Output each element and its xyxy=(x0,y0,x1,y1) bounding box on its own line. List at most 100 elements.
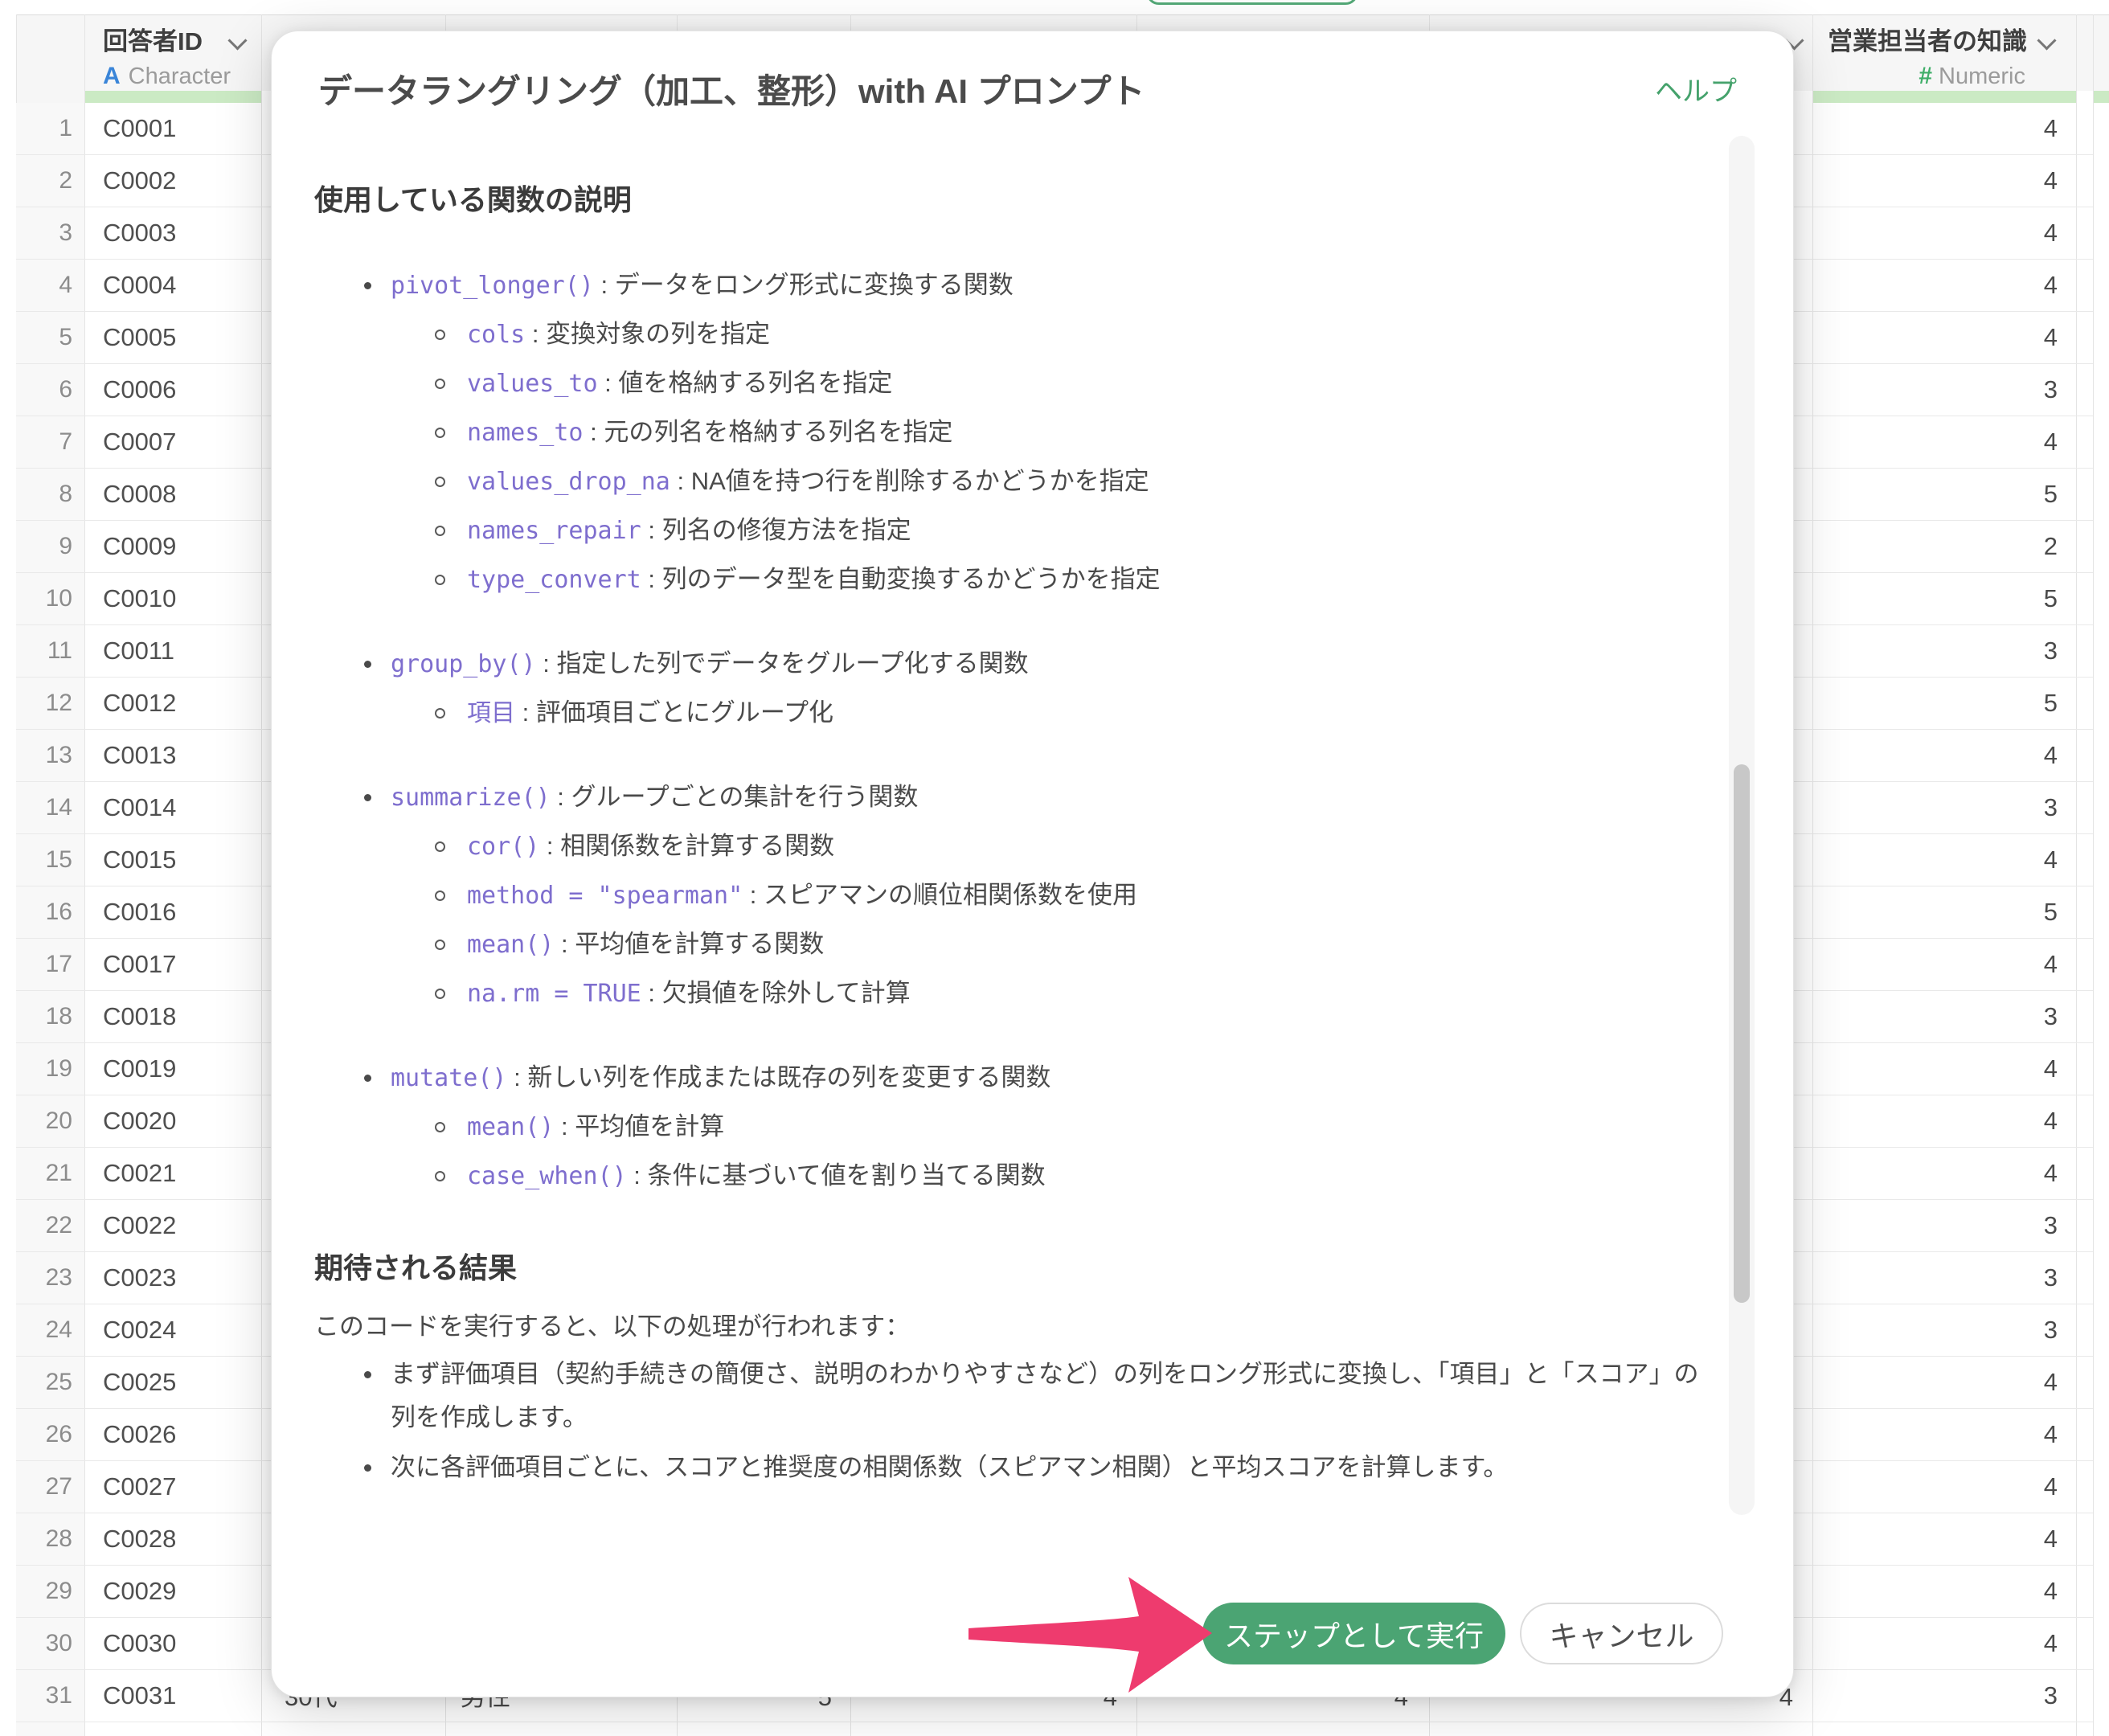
score-cell: 3 xyxy=(1812,1252,2076,1303)
code-token: summarize() xyxy=(391,784,551,812)
function-description: グループごとの集計を行う関数 xyxy=(551,783,919,811)
argument-description: 相関係数を計算する関数 xyxy=(539,832,834,860)
column-type-character: ACharacter xyxy=(103,63,231,90)
argument-description: 条件に基づいて値を割り当てる関数 xyxy=(627,1161,1046,1189)
row-number: 19 xyxy=(16,1043,84,1094)
argument-list: cor()相関係数を計算する関数 method = "spearman"スピアマ… xyxy=(314,827,1713,1013)
code-token: names_repair xyxy=(467,517,641,545)
argument-description: 列名の修復方法を指定 xyxy=(641,516,911,544)
numeric-type-icon: # xyxy=(1919,63,1932,89)
respondent-id-cell: C0016 xyxy=(103,886,176,937)
function-description: 新しい列を作成または既存の列を変更する関数 xyxy=(507,1063,1051,1091)
row-number: 16 xyxy=(16,886,84,937)
respondent-id-cell: C0029 xyxy=(103,1566,176,1616)
argument-bullet: names_to元の列名を格納する列名を指定 xyxy=(314,413,1713,452)
row-number: 12 xyxy=(16,678,84,728)
argument-bullet: cor()相関係数を計算する関数 xyxy=(314,827,1713,866)
row-number: 28 xyxy=(16,1513,84,1564)
row-number: 10 xyxy=(16,573,84,624)
argument-list: cols変換対象の列を指定 values_to値を格納する列名を指定 names… xyxy=(314,315,1713,600)
code-token: values_to xyxy=(467,370,598,398)
column-header-respondent-id[interactable]: 回答者ID xyxy=(103,24,203,59)
respondent-id-cell: C0021 xyxy=(103,1148,176,1198)
argument-bullet: cols変換対象の列を指定 xyxy=(314,315,1713,354)
code-token: values_drop_na xyxy=(467,468,670,496)
respondent-id-cell: C0005 xyxy=(103,312,176,362)
function-description: データをロング形式に変換する関数 xyxy=(594,271,1014,299)
row-number: 22 xyxy=(16,1200,84,1251)
argument-list: 項目評価項目ごとにグループ化 xyxy=(314,694,1713,733)
cancel-button[interactable]: キャンセル xyxy=(1520,1603,1723,1664)
row-number: 4 xyxy=(16,260,84,310)
functions-section-heading: 使用している関数の説明 xyxy=(314,179,1713,221)
results-list: まず評価項目（契約手続きの簡便さ、説明のわかりやすさなど）の列をロング形式に変換… xyxy=(314,1353,1713,1489)
respondent-id-cell: C0023 xyxy=(103,1252,176,1303)
score-cell: 3 xyxy=(1812,625,2076,676)
score-cell: 4 xyxy=(1812,103,2076,154)
argument-description: 変換対象の列を指定 xyxy=(525,320,770,348)
respondent-id-cell: C0020 xyxy=(103,1095,176,1146)
score-cell: 4 xyxy=(1812,1566,2076,1616)
respondent-id-cell: C0010 xyxy=(103,573,176,624)
code-token: na.rm = TRUE xyxy=(467,980,641,1008)
score-cell: 4 xyxy=(1812,1148,2076,1198)
score-cell: 4 xyxy=(1812,207,2076,258)
function-bullet: group_by()指定した列でデータをグループ化する関数 xyxy=(314,645,1713,684)
score-cell: 4 xyxy=(1812,260,2076,310)
argument-bullet: method = "spearman"スピアマンの順位相関係数を使用 xyxy=(314,876,1713,915)
argument-bullet: names_repair列名の修復方法を指定 xyxy=(314,511,1713,551)
score-cell: 4 xyxy=(1812,1357,2076,1407)
help-link[interactable]: ヘルプ xyxy=(1655,73,1737,110)
score-cell: 4 xyxy=(1812,1513,2076,1564)
result-bullet: まず評価項目（契約手続きの簡便さ、説明のわかりやすさなど）の列をロング形式に変換… xyxy=(314,1353,1713,1439)
column-header-sales-knowledge[interactable]: 営業担当者の知識 xyxy=(1812,24,2027,59)
run-as-step-button[interactable]: ステップとして実行 xyxy=(1202,1603,1505,1664)
respondent-id-cell: C0009 xyxy=(103,521,176,571)
respondent-id-cell: C0006 xyxy=(103,364,176,415)
respondent-id-cell: C0002 xyxy=(103,155,176,206)
code-token: mutate() xyxy=(391,1064,507,1092)
argument-description: 平均値を計算 xyxy=(554,1112,724,1140)
score-cell: 3 xyxy=(1812,364,2076,415)
score-cell: 4 xyxy=(1812,155,2076,206)
code-token: group_by() xyxy=(391,650,536,678)
argument-bullet: mean()平均値を計算 xyxy=(314,1108,1713,1147)
row-number: 7 xyxy=(16,416,84,467)
respondent-id-cell: C0019 xyxy=(103,1043,176,1094)
respondent-id-cell: C0027 xyxy=(103,1461,176,1512)
score-cell: 3 xyxy=(1812,1304,2076,1355)
respondent-id-cell: C0028 xyxy=(103,1513,176,1564)
respondent-id-cell: C0015 xyxy=(103,834,176,885)
respondent-id-cell: C0025 xyxy=(103,1357,176,1407)
row-number: 21 xyxy=(16,1148,84,1198)
row-number: 30 xyxy=(16,1618,84,1668)
partially-visible-toolbar-button[interactable] xyxy=(1146,0,1358,5)
code-token: type_convert xyxy=(467,566,641,594)
code-token: mean() xyxy=(467,1113,554,1141)
row-number: 20 xyxy=(16,1095,84,1146)
respondent-id-cell: C0030 xyxy=(103,1618,176,1668)
dialog-scroll-content[interactable]: 使用している関数の説明 pivot_longer()データをロング形式に変換する… xyxy=(314,137,1713,1576)
respondent-id-cell: C0004 xyxy=(103,260,176,310)
score-cell: 3 xyxy=(1812,1200,2076,1251)
score-cell: 5 xyxy=(1812,573,2076,624)
row-number: 17 xyxy=(16,939,84,989)
argument-description: 平均値を計算する関数 xyxy=(554,930,824,958)
argument-list: mean()平均値を計算 case_when()条件に基づいて値を割り当てる関数 xyxy=(314,1108,1713,1196)
code-token: cols xyxy=(467,321,525,349)
score-cell: 5 xyxy=(1812,886,2076,937)
row-number: 14 xyxy=(16,782,84,833)
score-cell: 4 xyxy=(1812,312,2076,362)
argument-bullet: mean()平均値を計算する関数 xyxy=(314,925,1713,964)
respondent-id-cell: C0013 xyxy=(103,730,176,780)
score-cell: 4 xyxy=(1812,939,2076,989)
green-distribution-bar xyxy=(1812,91,2076,103)
row-number: 26 xyxy=(16,1409,84,1460)
respondent-id-cell: C0012 xyxy=(103,678,176,728)
scrollbar-thumb[interactable] xyxy=(1734,764,1750,1303)
function-item: summarize()グループごとの集計を行う関数 cor()相関係数を計算する… xyxy=(314,778,1713,1013)
row-number: 25 xyxy=(16,1357,84,1407)
column-type-numeric: #Numeric xyxy=(1812,63,2025,90)
argument-description: 評価項目ごとにグループ化 xyxy=(515,698,833,727)
function-item: pivot_longer()データをロング形式に変換する関数 cols変換対象の… xyxy=(314,266,1713,600)
